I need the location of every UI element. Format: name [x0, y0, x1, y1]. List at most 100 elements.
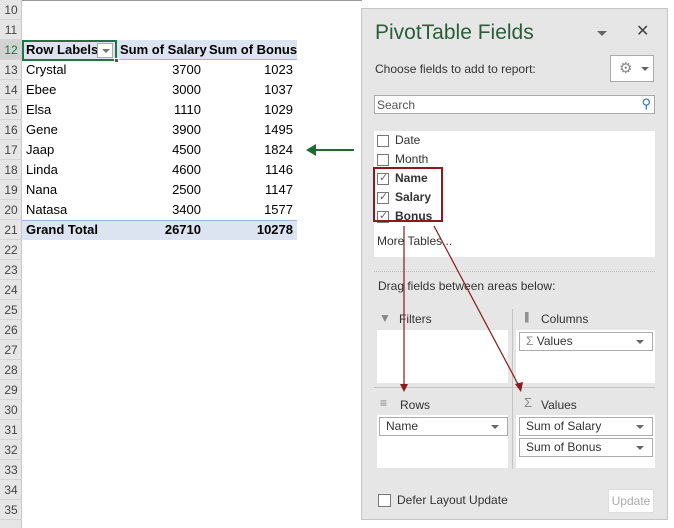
row-header[interactable]: 11	[0, 20, 22, 40]
table-cell[interactable]: 10278	[205, 220, 297, 240]
rows-name-field[interactable]: Name	[379, 417, 508, 436]
values-sum-bonus-field[interactable]: Sum of Bonus	[519, 438, 653, 457]
defer-layout-checkbox[interactable]	[378, 494, 391, 507]
update-button[interactable]: Update	[608, 489, 654, 513]
row-header[interactable]: 19	[0, 180, 22, 200]
table-cell[interactable]: 26710	[116, 220, 205, 240]
row-header[interactable]: 16	[0, 120, 22, 140]
table-cell[interactable]: Crystal	[22, 60, 116, 80]
row-header[interactable]: 21	[0, 220, 22, 240]
table-cell[interactable]: 1023	[205, 60, 297, 80]
row-header[interactable]: 23	[0, 260, 22, 280]
green-arrow-icon	[306, 144, 354, 156]
table-cell[interactable]: 1824	[205, 140, 297, 160]
row-header[interactable]: 20	[0, 200, 22, 220]
divider	[374, 271, 655, 272]
row-header[interactable]: 10	[0, 0, 22, 20]
row-header[interactable]: 34	[0, 480, 22, 500]
row-header[interactable]: 31	[0, 420, 22, 440]
divider	[22, 0, 362, 1]
highlight-box	[373, 167, 443, 222]
sigma-icon: Σ	[524, 395, 533, 410]
fill-handle[interactable]	[114, 58, 119, 63]
row-header[interactable]: 35	[0, 500, 22, 520]
search-placeholder: Search	[377, 98, 416, 112]
table-cell[interactable]: Sum of Salary	[116, 40, 207, 60]
search-icon[interactable]: ⚲	[641, 96, 651, 112]
field-label[interactable]: Month	[395, 152, 428, 166]
values-label: Values	[541, 398, 577, 412]
columns-values-field[interactable]: Σ Values	[519, 332, 653, 351]
columns-label: Columns	[541, 312, 589, 326]
table-cell[interactable]: 1495	[205, 120, 297, 140]
chevron-down-icon[interactable]	[636, 425, 644, 429]
filters-label: Filters	[399, 312, 432, 326]
table-cell[interactable]: Jaap	[22, 140, 116, 160]
table-cell[interactable]: 1037	[205, 80, 297, 100]
row-header[interactable]: 15	[0, 100, 22, 120]
pane-options-icon[interactable]	[597, 31, 607, 36]
pivottable-fields-pane: PivotTable Fields ✕ Choose fields to add…	[361, 8, 668, 520]
values-sum-salary-field[interactable]: Sum of Salary	[519, 417, 653, 436]
row-labels-filter-button[interactable]	[97, 43, 113, 58]
more-tables-link[interactable]: More Tables...	[377, 234, 452, 248]
field-label: Sum of Bonus	[526, 440, 602, 454]
divider	[512, 309, 513, 469]
field-label: Sum of Salary	[526, 419, 602, 433]
row-header[interactable]: 32	[0, 440, 22, 460]
table-cell[interactable]: Gene	[22, 120, 116, 140]
table-cell[interactable]: 1577	[205, 200, 297, 220]
chevron-down-icon[interactable]	[491, 425, 499, 429]
drag-label: Drag fields between areas below:	[378, 279, 556, 293]
row-header[interactable]: 14	[0, 80, 22, 100]
search-input[interactable]: Search ⚲	[374, 95, 655, 114]
field-checkbox-month[interactable]	[377, 154, 389, 166]
row-header[interactable]: 12	[0, 40, 22, 60]
table-cell[interactable]: 2500	[116, 180, 205, 200]
table-cell[interactable]: Elsa	[22, 100, 116, 120]
table-cell[interactable]: Grand Total	[22, 220, 116, 240]
row-header[interactable]: 24	[0, 280, 22, 300]
table-cell[interactable]: 1147	[205, 180, 297, 200]
close-icon[interactable]: ✕	[636, 21, 649, 41]
chevron-down-icon[interactable]	[636, 446, 644, 450]
columns-icon: ||||	[524, 311, 530, 323]
table-cell[interactable]: Ebee	[22, 80, 116, 100]
row-header[interactable]: 33	[0, 460, 22, 480]
row-header[interactable]: 18	[0, 160, 22, 180]
settings-button[interactable]: ⚙	[610, 55, 654, 82]
table-cell[interactable]: 4600	[116, 160, 205, 180]
table-cell[interactable]: 3000	[116, 80, 205, 100]
table-cell[interactable]: Natasa	[22, 200, 116, 220]
row-header[interactable]: 17	[0, 140, 22, 160]
row-header[interactable]: 25	[0, 300, 22, 320]
field-label: Values	[536, 334, 573, 348]
field-label[interactable]: Date	[395, 133, 420, 147]
row-header[interactable]: 27	[0, 340, 22, 360]
row-headers: 10 11 12 13 14 15 16 17 18 19 20 21 22 23 24 25 26 27 28 29…	[0, 0, 22, 528]
chevron-down-icon	[102, 49, 110, 53]
table-cell[interactable]: 3700	[116, 60, 205, 80]
table-cell[interactable]: 1110	[116, 100, 205, 120]
table-cell[interactable]: 3400	[116, 200, 205, 220]
field-checkbox-date[interactable]	[377, 135, 389, 147]
table-cell[interactable]: 3900	[116, 120, 205, 140]
chevron-down-icon	[641, 67, 649, 71]
row-header[interactable]: 29	[0, 380, 22, 400]
row-header[interactable]: 22	[0, 240, 22, 260]
table-cell[interactable]: Linda	[22, 160, 116, 180]
row-header[interactable]: 28	[0, 360, 22, 380]
table-cell[interactable]: 4500	[116, 140, 205, 160]
rows-label: Rows	[400, 398, 431, 412]
table-cell[interactable]: 1029	[205, 100, 297, 120]
chevron-down-icon[interactable]	[636, 340, 644, 344]
table-cell[interactable]: Nana	[22, 180, 116, 200]
row-header[interactable]: 26	[0, 320, 22, 340]
pane-title: PivotTable Fields	[375, 21, 534, 44]
rows-icon: ≡	[380, 396, 388, 410]
table-cell[interactable]: Sum of Bonus	[205, 40, 297, 60]
row-header[interactable]: 13	[0, 60, 22, 80]
filters-area[interactable]	[377, 330, 508, 383]
row-header[interactable]: 30	[0, 400, 22, 420]
table-cell[interactable]: 1146	[205, 160, 297, 180]
